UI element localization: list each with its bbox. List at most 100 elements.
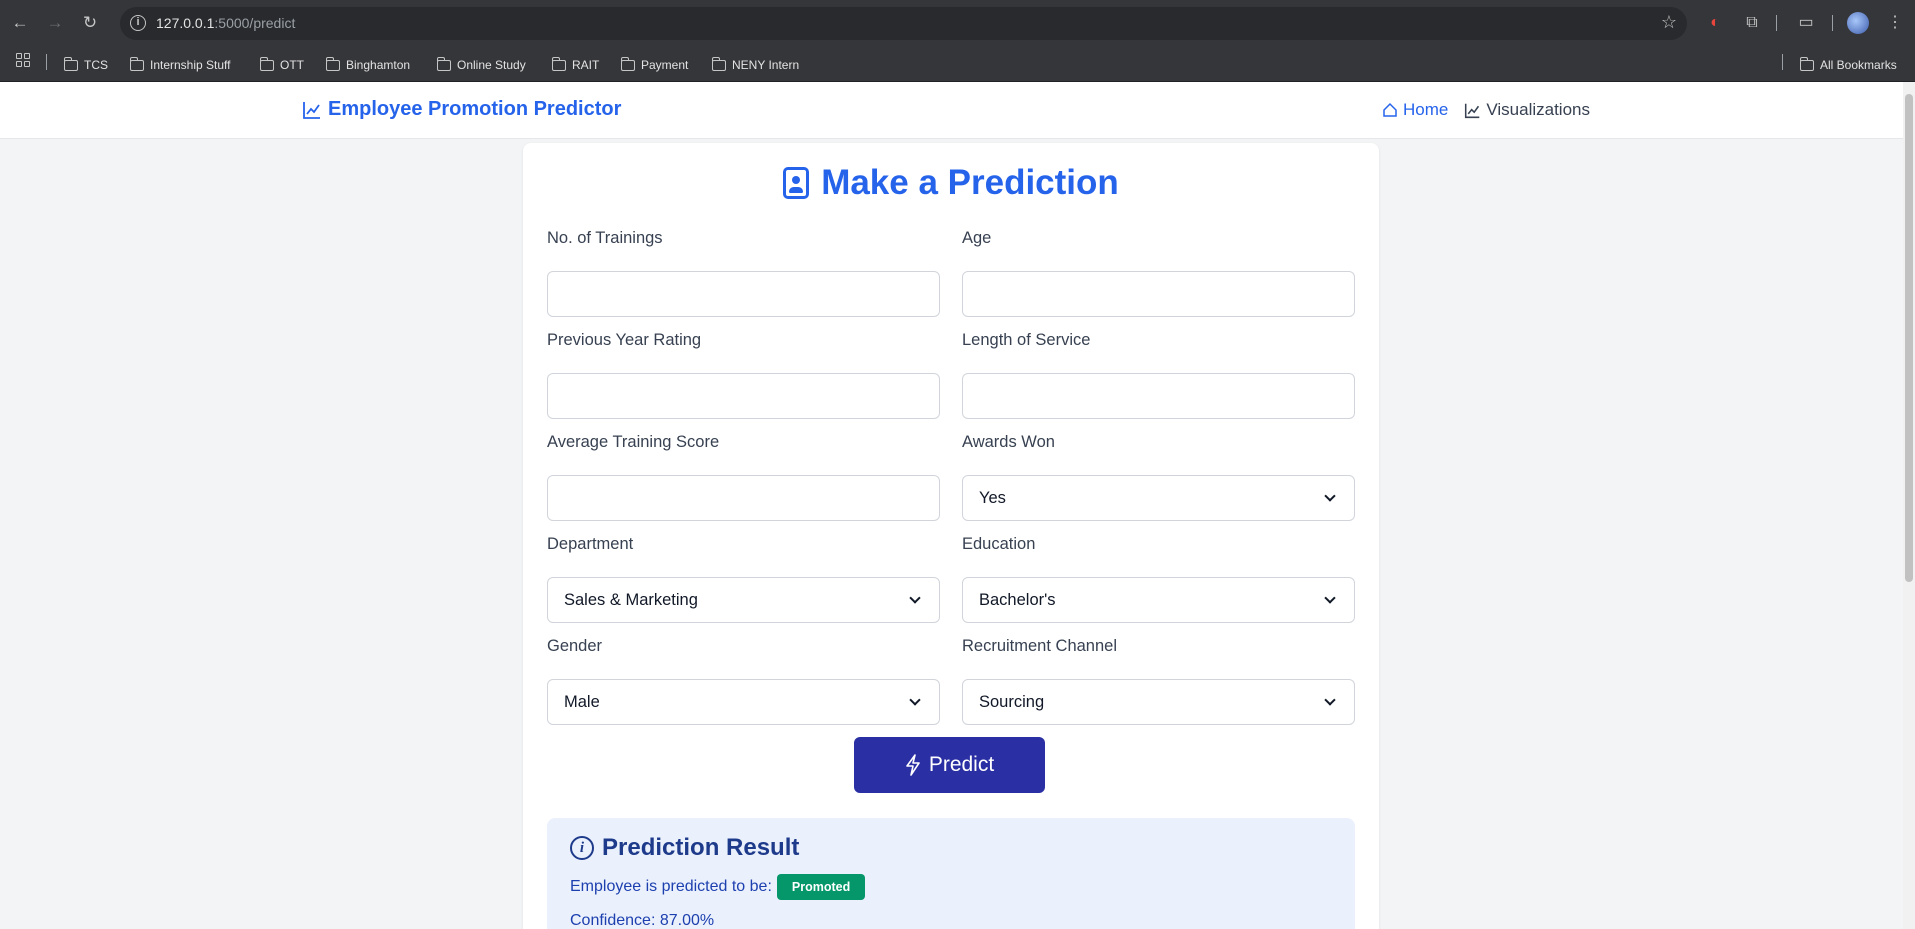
all-bookmarks-folder[interactable]: All Bookmarks xyxy=(1799,55,1897,75)
avg-score-input[interactable] xyxy=(547,475,940,521)
profile-avatar[interactable] xyxy=(1847,12,1869,34)
brand-link[interactable]: Employee Promotion Predictor xyxy=(302,98,621,121)
department-select[interactable]: Sales & Marketing xyxy=(547,577,940,623)
awards-field: Awards Won Yes xyxy=(962,433,1355,521)
folder-icon xyxy=(436,56,451,71)
apps-grid-icon[interactable] xyxy=(16,53,30,67)
app-navbar: Employee Promotion Predictor Home Visual… xyxy=(0,82,1915,139)
bookmark-folder[interactable]: Online Study xyxy=(436,55,526,75)
age-input[interactable] xyxy=(962,271,1355,317)
avg-score-field: Average Training Score xyxy=(547,433,940,521)
department-value: Sales & Marketing xyxy=(564,591,698,609)
nav-home-label: Home xyxy=(1403,100,1449,119)
folder-icon xyxy=(129,56,144,71)
nav-links: Home Visualizations xyxy=(1382,100,1590,120)
trainings-field: No. of Trainings xyxy=(547,229,940,317)
confidence-text: Confidence: 87.00% xyxy=(570,912,715,929)
reload-icon[interactable]: ↻ xyxy=(78,11,102,35)
predict-button[interactable]: Predict xyxy=(854,737,1045,793)
site-info-icon[interactable]: i xyxy=(130,15,146,31)
nav-visualizations-label: Visualizations xyxy=(1486,100,1590,119)
bookmark-folder[interactable]: Internship Stuff xyxy=(129,55,231,75)
result-prefix: Employee is predicted to be: xyxy=(570,878,772,895)
extension-icon[interactable]: ◐ xyxy=(1703,11,1727,35)
prev-rating-input[interactable] xyxy=(547,373,940,419)
brand-title: Employee Promotion Predictor xyxy=(328,98,622,120)
toolbar-divider xyxy=(1832,15,1833,31)
bookmarks-divider xyxy=(1782,54,1783,70)
bookmark-label: Online Study xyxy=(457,58,526,72)
bookmark-folder[interactable]: Binghamton xyxy=(325,55,411,75)
bookmarks-bar: TCS Internship Stuff OTT Binghamton Onli… xyxy=(0,47,1915,82)
trainings-label: No. of Trainings xyxy=(547,229,663,247)
address-bar[interactable]: i 127.0.0.1:5000/predict ☆ xyxy=(120,7,1687,40)
url-text[interactable]: 127.0.0.1:5000/predict xyxy=(156,15,295,31)
bookmark-label: Binghamton xyxy=(346,58,411,72)
home-icon xyxy=(1383,102,1397,117)
chevron-down-icon xyxy=(1324,490,1336,502)
nav-visualizations-link[interactable]: Visualizations xyxy=(1464,100,1590,120)
lightning-icon xyxy=(906,754,920,776)
bookmark-folder[interactable]: Payment xyxy=(620,55,689,75)
back-icon[interactable]: ← xyxy=(8,11,32,35)
status-badge: Promoted xyxy=(776,874,866,900)
bookmark-folder[interactable]: OTT xyxy=(259,55,304,75)
department-field: Department Sales & Marketing xyxy=(547,535,940,623)
prediction-result-panel: i Prediction Result Employee is predicte… xyxy=(547,818,1355,929)
id-badge-icon xyxy=(783,167,810,199)
menu-dots-icon[interactable]: ⋮ xyxy=(1883,11,1907,35)
recruitment-field: Recruitment Channel Sourcing xyxy=(962,637,1355,725)
education-select[interactable]: Bachelor's xyxy=(962,577,1355,623)
recruitment-value: Sourcing xyxy=(979,693,1045,711)
page-scrollbar[interactable] xyxy=(1903,82,1915,929)
awards-label: Awards Won xyxy=(962,433,1055,451)
service-input[interactable] xyxy=(962,373,1355,419)
bookmark-label: All Bookmarks xyxy=(1820,58,1897,72)
forward-icon[interactable]: → xyxy=(43,11,67,35)
predict-button-label: Predict xyxy=(928,753,995,776)
education-field: Education Bachelor's xyxy=(962,535,1355,623)
folder-icon xyxy=(711,56,726,71)
chevron-down-icon xyxy=(1324,592,1336,604)
nav-home-link[interactable]: Home xyxy=(1382,100,1448,120)
toolbar-divider xyxy=(1776,15,1777,31)
page-title-text: Make a Prediction xyxy=(821,163,1119,202)
prediction-card: Make a Prediction No. of Trainings Age P… xyxy=(523,143,1379,929)
bookmark-folder[interactable]: TCS xyxy=(63,55,108,75)
bookmark-folder[interactable]: NENY Intern xyxy=(711,55,800,75)
chevron-down-icon xyxy=(909,694,921,706)
extensions-puzzle-icon[interactable]: ⧉ xyxy=(1740,11,1764,35)
bookmark-label: NENY Intern xyxy=(732,58,800,72)
folder-icon xyxy=(325,56,340,71)
education-value: Bachelor's xyxy=(979,591,1056,609)
prev-rating-field: Previous Year Rating xyxy=(547,331,940,419)
result-title-text: Prediction Result xyxy=(602,834,800,861)
education-label: Education xyxy=(962,535,1036,553)
bookmark-folder[interactable]: RAIT xyxy=(551,55,599,75)
awards-value: Yes xyxy=(979,489,1006,507)
folder-icon xyxy=(63,56,78,71)
recruitment-select[interactable]: Sourcing xyxy=(962,679,1355,725)
chevron-down-icon xyxy=(909,592,921,604)
info-icon: i xyxy=(570,836,594,860)
gender-label: Gender xyxy=(547,637,603,655)
chevron-down-icon xyxy=(1324,694,1336,706)
prev-rating-label: Previous Year Rating xyxy=(547,331,702,349)
url-path: :5000/predict xyxy=(214,15,296,31)
gender-select[interactable]: Male xyxy=(547,679,940,725)
awards-select[interactable]: Yes xyxy=(962,475,1355,521)
browser-toolbar: ← → ↻ i 127.0.0.1:5000/predict ☆ ◐ ⧉ ▭ ⋮ xyxy=(0,0,1915,47)
scrollbar-thumb[interactable] xyxy=(1905,94,1913,582)
result-line: Employee is predicted to be: Promoted xyxy=(570,874,866,900)
bookmark-label: OTT xyxy=(280,58,304,72)
cast-icon[interactable]: ▭ xyxy=(1794,11,1818,35)
bookmark-label: Internship Stuff xyxy=(150,58,231,72)
url-host: 127.0.0.1 xyxy=(156,15,215,31)
bookmark-star-icon[interactable]: ☆ xyxy=(1661,12,1677,33)
folder-icon xyxy=(1799,56,1814,71)
bookmark-label: Payment xyxy=(641,58,689,72)
result-title: i Prediction Result xyxy=(570,834,799,862)
trainings-input[interactable] xyxy=(547,271,940,317)
gender-value: Male xyxy=(564,693,600,711)
folder-icon xyxy=(551,56,566,71)
